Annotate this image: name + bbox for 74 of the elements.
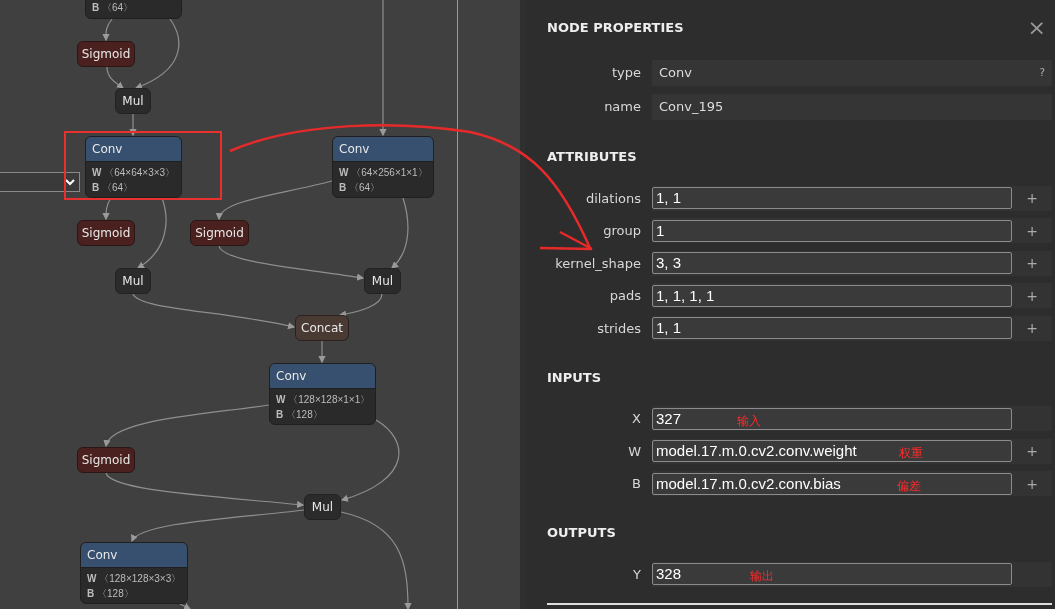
panel-title: NODE PROPERTIES (547, 19, 684, 38)
sigmoid-node[interactable]: Sigmoid (77, 447, 135, 473)
connector-line (137, 197, 167, 269)
weight-label: W 〈128×128×1×1〉 (276, 393, 371, 407)
field-label: group (602, 222, 642, 240)
field-label: strides (596, 319, 642, 338)
close-button[interactable]: × (1027, 17, 1046, 39)
bias-label: B 〈128〉 (87, 587, 134, 601)
field-label: name (603, 98, 642, 117)
annotation-text: 权重 (899, 445, 923, 463)
expand-button[interactable]: + (1026, 288, 1038, 303)
expand-button[interactable]: + (1026, 444, 1038, 459)
bias-label: B 〈64〉 (339, 181, 381, 195)
annotation-text: 输出 (750, 568, 774, 586)
help-button[interactable]: ? (1039, 64, 1045, 82)
field-label: X (631, 410, 642, 428)
dropdown-field[interactable] (0, 172, 80, 192)
field-label: pads (608, 287, 642, 305)
weight-label: W 〈64×64×3×3〉 (92, 166, 176, 180)
value-field[interactable]: 1, 1, 1, 1 (652, 284, 1012, 307)
connector-line (129, 113, 137, 137)
connector-line (102, 18, 113, 42)
connector-line (338, 293, 383, 318)
section-title: INPUTS (547, 368, 602, 387)
connector-line (318, 340, 326, 364)
expand-button[interactable]: + (1026, 191, 1038, 206)
chevron-down-icon (65, 178, 75, 186)
connector-line (102, 197, 112, 221)
expand-button[interactable]: + (1026, 476, 1038, 491)
field-label: Y (632, 565, 642, 584)
node-title: Conv (333, 137, 433, 162)
section-title: ATTRIBUTES (547, 148, 637, 167)
sigmoid-node[interactable]: Sigmoid (77, 41, 135, 67)
conv-node[interactable]: B 〈64〉 (85, 0, 182, 19)
sigmoid-node[interactable]: Sigmoid (77, 220, 135, 246)
mul-node[interactable]: Mul (115, 88, 151, 114)
weight-label: W 〈64×256×1×1〉 (339, 166, 428, 180)
node-title: Conv (270, 364, 375, 389)
annotation-text: 输入 (737, 412, 761, 430)
expand-button[interactable]: + (1026, 256, 1038, 271)
value-field[interactable]: 3, 3 (652, 252, 1012, 275)
node-title: Conv (81, 543, 187, 568)
bias-label: B 〈64〉 (92, 181, 134, 195)
value-field[interactable]: 1, 1 (652, 317, 1012, 340)
field-label: kernel_shape (554, 254, 642, 273)
conv-node[interactable]: Conv W 〈64×256×1×1〉 B 〈64〉 (332, 136, 434, 198)
conv-node[interactable]: Conv W 〈128×128×3×3〉 B 〈128〉 (80, 542, 188, 604)
concat-node[interactable]: Concat (295, 315, 349, 341)
mul-node[interactable]: Mul (364, 268, 401, 294)
bias-label: B 〈128〉 (276, 408, 323, 422)
conv-node[interactable]: Conv W 〈128×128×1×1〉 B 〈128〉 (269, 363, 376, 425)
value-field[interactable]: 1 (652, 219, 1012, 242)
connector-line (391, 197, 409, 269)
expand-button[interactable]: + (1026, 321, 1038, 336)
field-label: dilations (584, 189, 642, 208)
value-field[interactable]: Conv_195 (652, 94, 1052, 120)
conv-node[interactable]: Conv W 〈64×64×3×3〉 B 〈64〉 (85, 136, 182, 198)
connector-line (179, 603, 192, 609)
section-title: OUTPUTS (547, 524, 616, 543)
field-label: W (627, 442, 642, 461)
node-title: Conv (86, 137, 181, 162)
annotation-text: 偏差 (897, 477, 921, 495)
expand-button[interactable]: + (1026, 223, 1038, 238)
sigmoid-node[interactable]: Sigmoid (190, 220, 249, 246)
bias-label: B 〈64〉 (92, 1, 134, 15)
value-field[interactable]: Conv ? (652, 60, 1052, 86)
connector-line (134, 18, 180, 89)
mul-node[interactable]: Mul (304, 494, 341, 520)
field-label: B (631, 475, 642, 493)
weight-label: W 〈128×128×3×3〉 (87, 572, 182, 586)
value-field[interactable]: 1, 1 (652, 187, 1012, 210)
mul-node[interactable]: Mul (115, 268, 151, 294)
field-label: type (610, 64, 642, 83)
connector-line (106, 66, 124, 89)
